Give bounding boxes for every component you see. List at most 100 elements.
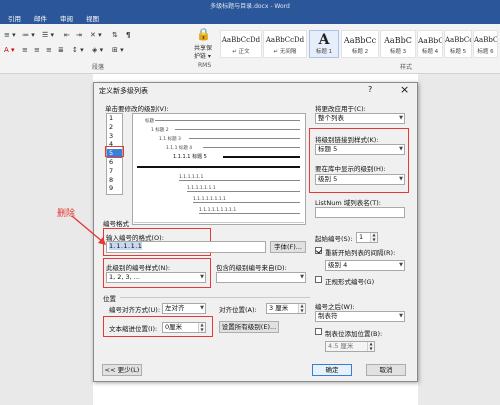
start-at-spinner[interactable]: 1 ▲ ▼	[356, 232, 378, 243]
preview-level-3-line	[189, 138, 300, 139]
style-normal-name: ↵ 正文	[232, 49, 250, 55]
decrease-indent-icon[interactable]: ⇤	[64, 31, 70, 39]
show-marks-icon[interactable]: ¶	[126, 31, 130, 39]
listnum-label: ListNum 域列表名(T):	[315, 199, 381, 207]
ok-button[interactable]: 确定	[312, 364, 352, 376]
level-item-9[interactable]: 9	[109, 184, 121, 193]
level-item-2[interactable]: 2	[109, 123, 121, 132]
level-item-7[interactable]: 7	[109, 167, 121, 176]
tab-view[interactable]: 视图	[86, 13, 99, 23]
tab-review[interactable]: 审阅	[60, 13, 73, 23]
spinner-arrows-icon[interactable]: ▲ ▼	[367, 342, 374, 351]
aligned-at-spinner[interactable]: 3 厘米 ▲ ▼	[266, 303, 306, 314]
tab-stop-value: 4.5 厘米	[328, 342, 354, 350]
level-item-1[interactable]: 1	[109, 114, 121, 123]
close-button[interactable]: ×	[400, 83, 409, 96]
group-label-styles: 样式	[400, 64, 413, 71]
include-level-dropdown[interactable]: ▼	[216, 272, 306, 283]
workspace-right	[418, 74, 500, 405]
style-normal[interactable]: AaBbCcDd ↵ 正文	[220, 30, 262, 58]
link-style-value: 标题 5	[318, 145, 338, 153]
justify-icon[interactable]: ≣	[58, 46, 64, 54]
preview-level-6-line	[137, 166, 300, 168]
preview-level-4-line	[203, 147, 300, 148]
link-style-dropdown[interactable]: 标题 5 ▼	[315, 144, 405, 155]
style-no-spacing[interactable]: AaBbCcDd ↵ 无间隔	[263, 30, 307, 58]
align-right-icon[interactable]: ≡	[46, 46, 52, 54]
tab-stop-checkbox[interactable]	[315, 328, 322, 335]
numbering-icon[interactable]: ≔ ▾	[22, 31, 35, 39]
apply-to-value: 整个列表	[318, 114, 344, 122]
restart-label: 重新开始列表的间隔(R):	[325, 249, 396, 257]
tab-mailings[interactable]: 邮件	[34, 13, 47, 23]
preview-level-2-line	[175, 129, 300, 130]
restart-checkbox[interactable]	[315, 247, 322, 254]
bullets-icon[interactable]: ≡ ▾	[4, 31, 16, 39]
style-heading-5-name: 标题 5	[449, 49, 467, 55]
gallery-level-label: 要在库中显示的级别(H):	[315, 165, 386, 173]
font-button[interactable]: 字体(F)...	[270, 241, 306, 253]
apply-to-dropdown[interactable]: 整个列表 ▼	[315, 113, 405, 124]
spinner-arrows-icon[interactable]: ▲ ▼	[370, 233, 377, 242]
number-format-value: 1.1.1.1.1	[109, 242, 143, 250]
set-all-levels-button[interactable]: 设置所有级别(E)...	[219, 321, 279, 333]
style-heading-6-name: 标题 6	[477, 49, 494, 55]
tab-stop-label: 制表位添加位置(B):	[325, 330, 383, 338]
style-heading-3[interactable]: AaBbC 标题 3	[380, 30, 416, 58]
cancel-button[interactable]: 取消	[366, 364, 406, 376]
preview-level-1-label: 标题	[145, 119, 154, 124]
follow-number-dropdown[interactable]: 制表符 ▼	[315, 311, 405, 322]
text-highlight-icon[interactable]: A ▾	[4, 46, 15, 54]
gallery-level-dropdown[interactable]: 级别 5 ▼	[315, 174, 405, 185]
sort-icon[interactable]: ⇅	[112, 31, 118, 39]
ribbon-tab-bar	[0, 10, 500, 24]
share-protect-icon[interactable]: 🔒	[196, 27, 211, 41]
legal-numbering-label: 正规形式编号(G)	[325, 278, 375, 286]
alignment-label: 编号对齐方式(U):	[109, 306, 161, 314]
tab-references[interactable]: 引用	[8, 13, 21, 23]
level-item-8[interactable]: 8	[109, 176, 121, 185]
multilevel-list-icon[interactable]: ☰ ▾	[42, 31, 54, 39]
level-item-6[interactable]: 6	[109, 158, 121, 167]
level-item-3[interactable]: 3	[109, 132, 121, 141]
listnum-input[interactable]	[315, 207, 405, 218]
help-button[interactable]: ?	[368, 85, 372, 94]
tab-stop-spinner[interactable]: 4.5 厘米 ▲ ▼	[325, 341, 375, 352]
number-format-input[interactable]: 1.1.1.1.1	[106, 241, 266, 253]
style-heading-2[interactable]: AaBbCc 标题 2	[341, 30, 379, 58]
include-level-label: 包含的级别编号来自(D):	[216, 264, 287, 272]
align-center-icon[interactable]: ≡	[34, 46, 40, 54]
style-heading-5[interactable]: AaBbCcI 标题 5	[444, 30, 472, 58]
apply-to-label: 将更改应用于(C):	[315, 105, 366, 113]
chevron-down-icon: ▼	[399, 176, 403, 182]
text-indent-value: 0厘米	[165, 323, 183, 331]
style-heading-1[interactable]: A 标题 1	[309, 30, 339, 58]
text-indent-spinner[interactable]: 0厘米 ▲ ▼	[162, 322, 206, 333]
start-at-value: 1	[359, 233, 364, 241]
line-spacing-icon[interactable]: ↕ ▾	[72, 46, 84, 54]
chinese-layout-icon[interactable]: ✕ ▾	[90, 31, 102, 39]
chevron-down-icon: ▼	[200, 305, 204, 311]
shading-icon[interactable]: ◈ ▾	[92, 46, 103, 54]
share-protect-label-2[interactable]: 护链 ▾	[194, 51, 211, 60]
style-no-spacing-sample: AaBbCcDd	[265, 36, 305, 44]
alignment-dropdown[interactable]: 左对齐 ▼	[162, 303, 206, 314]
style-heading-3-name: 标题 3	[389, 49, 407, 55]
less-button[interactable]: << 更少(L)	[102, 364, 142, 376]
style-heading-6[interactable]: AaBbCcD 标题 6	[473, 30, 498, 58]
increase-indent-icon[interactable]: ⇥	[76, 31, 82, 39]
borders-icon[interactable]: ⊞ ▾	[112, 46, 124, 54]
chevron-down-icon: ▼	[200, 274, 204, 280]
highlight-level-5	[105, 146, 124, 157]
legal-numbering-checkbox[interactable]	[315, 276, 322, 283]
spinner-arrows-icon[interactable]: ▲ ▼	[298, 304, 305, 313]
preview-level-1-line	[155, 120, 300, 121]
style-heading-4[interactable]: AaBbCc 标题 4	[417, 30, 443, 58]
link-style-label: 将级别链接到样式(K):	[315, 136, 379, 144]
spinner-arrows-icon[interactable]: ▲ ▼	[198, 323, 205, 332]
align-left-icon[interactable]: ≡	[22, 46, 28, 54]
number-style-dropdown[interactable]: 1, 2, 3, ... ▼	[106, 272, 206, 283]
section-divider	[120, 297, 310, 298]
preview-level-10-line	[199, 213, 300, 214]
restart-dropdown[interactable]: 级别 4 ▼	[325, 260, 405, 271]
